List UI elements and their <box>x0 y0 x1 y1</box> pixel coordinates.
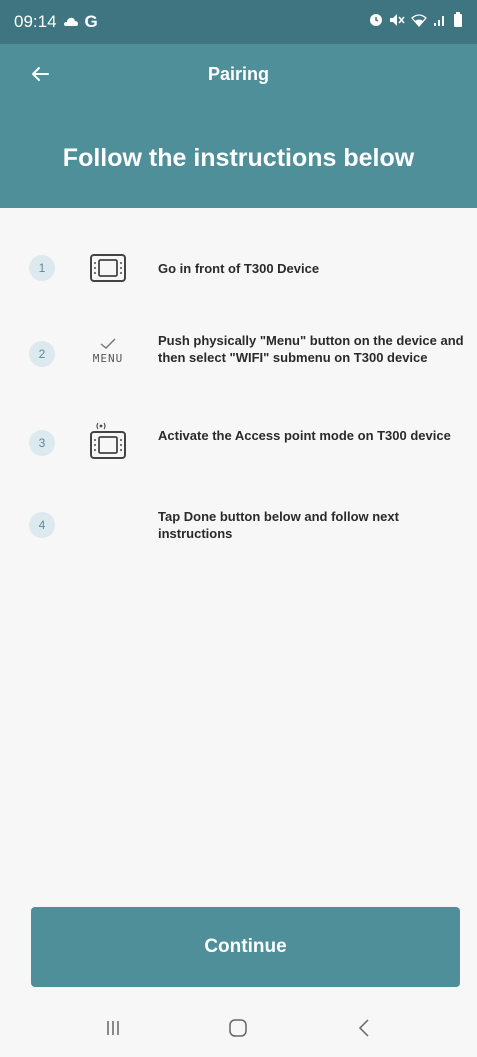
status-right <box>369 11 463 33</box>
menu-label: MENU <box>92 351 124 365</box>
home-button[interactable] <box>214 1010 262 1050</box>
step-text: Push physically "Menu" button on the dev… <box>158 333 464 365</box>
recent-apps-icon <box>104 1019 122 1042</box>
instructions-headline: Follow the instructions below <box>62 144 415 172</box>
step-number-badge: 1 <box>29 255 55 281</box>
mute-icon <box>389 13 405 32</box>
cloud-icon <box>63 12 79 32</box>
step-number-badge: 2 <box>29 341 55 367</box>
step-number-badge: 4 <box>29 512 55 538</box>
chevron-left-icon <box>357 1018 371 1043</box>
signal-icon <box>433 13 447 32</box>
device-icon <box>84 250 132 286</box>
alarm-icon <box>369 13 383 32</box>
status-left: 09:14 G <box>14 12 98 32</box>
status-time: 09:14 <box>14 12 57 31</box>
step-text: Tap Done button below and follow next in… <box>158 509 399 541</box>
step-text: Activate the Access point mode on T300 d… <box>158 428 451 443</box>
device-wifi-icon <box>84 419 132 463</box>
wifi-icon <box>411 13 427 32</box>
step-number-badge: 3 <box>29 430 55 456</box>
carrier-letter: G <box>84 12 98 31</box>
recent-apps-button[interactable] <box>89 1010 137 1050</box>
continue-button[interactable]: Continue <box>31 907 460 987</box>
battery-icon <box>453 11 463 33</box>
step-text: Go in front of T300 Device <box>158 261 320 276</box>
back-nav-button[interactable] <box>340 1010 388 1050</box>
menu-check-icon: MENU <box>84 333 132 369</box>
system-nav-bar <box>0 1003 477 1057</box>
app-bar: Pairing Follow the instructions below <box>0 44 477 208</box>
home-icon <box>228 1018 248 1043</box>
app-title: Pairing <box>207 64 269 84</box>
status-bar: 09:14 G <box>0 0 477 44</box>
